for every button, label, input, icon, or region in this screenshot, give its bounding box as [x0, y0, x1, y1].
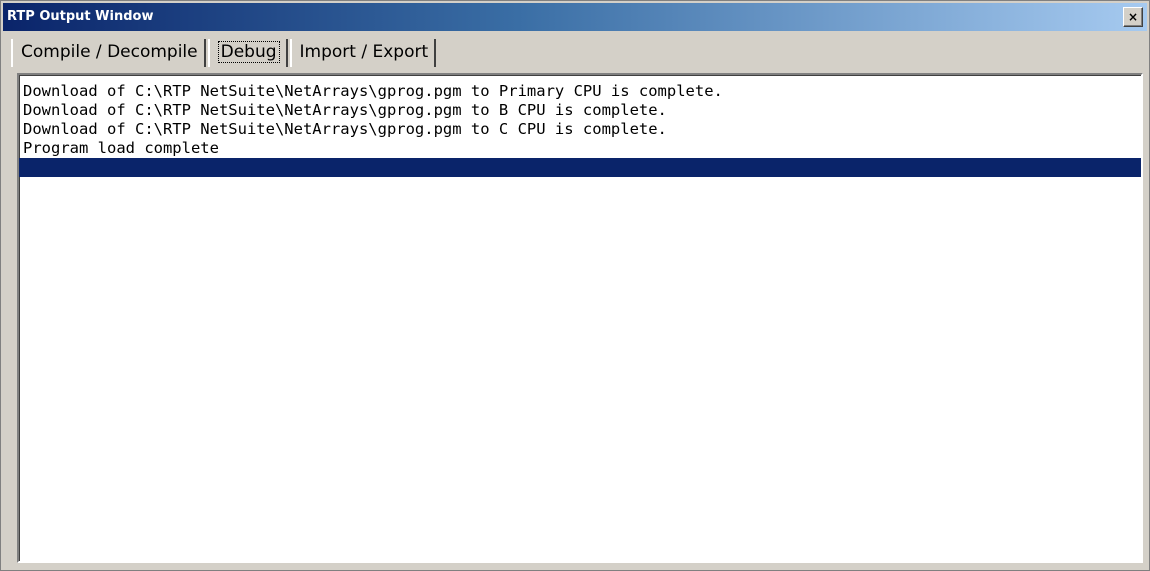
tab-divider: [11, 39, 13, 67]
close-button[interactable]: ×: [1123, 7, 1143, 27]
window-title: RTP Output Window: [7, 9, 154, 24]
output-line[interactable]: Program load complete: [19, 139, 1141, 158]
tab-label: Import / Export: [299, 42, 429, 62]
output-line[interactable]: Download of C:\RTP NetSuite\NetArrays\gp…: [19, 82, 1141, 101]
tab-divider: [289, 39, 292, 67]
tab-debug[interactable]: Debug: [211, 39, 288, 67]
title-bar[interactable]: RTP Output Window ×: [3, 3, 1147, 31]
tab-label: Compile / Decompile: [21, 42, 198, 62]
output-line[interactable]: Download of C:\RTP NetSuite\NetArrays\gp…: [19, 120, 1141, 139]
output-listbox[interactable]: Download of C:\RTP NetSuite\NetArrays\gp…: [17, 73, 1143, 563]
tab-import-export[interactable]: Import / Export: [293, 39, 437, 67]
close-icon: ×: [1127, 10, 1139, 24]
tab-label: Debug: [217, 41, 280, 63]
output-line[interactable]: Download of C:\RTP NetSuite\NetArrays\gp…: [19, 101, 1141, 120]
output-line-selected[interactable]: [19, 158, 1141, 177]
tab-compile-decompile[interactable]: Compile / Decompile: [15, 39, 206, 67]
tab-divider: [207, 39, 210, 67]
tab-strip: Compile / Decompile Debug Import / Expor…: [11, 37, 438, 67]
rtp-output-window: RTP Output Window × Compile / Decompile …: [0, 0, 1150, 571]
